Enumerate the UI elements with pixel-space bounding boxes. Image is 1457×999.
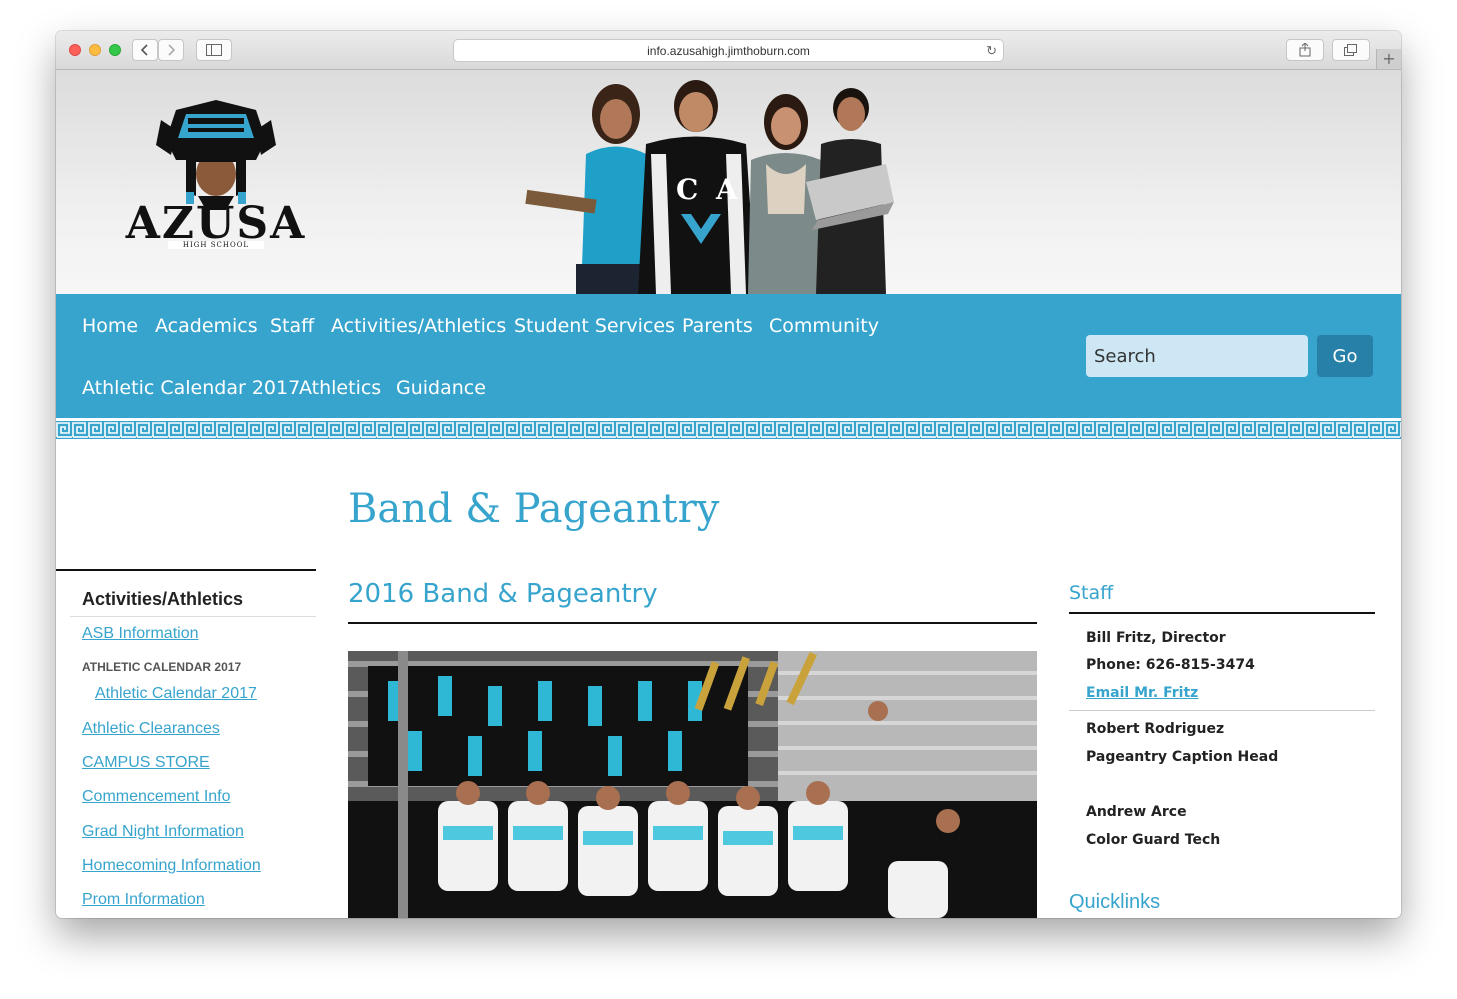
reload-icon[interactable]: ↻ xyxy=(986,43,997,59)
search-placeholder: Search xyxy=(1094,345,1156,367)
share-button[interactable] xyxy=(1286,39,1324,61)
close-window-button[interactable] xyxy=(69,44,81,56)
nav-item-guidance[interactable]: Guidance xyxy=(396,377,486,399)
sidebar-link-campus-store[interactable]: CAMPUS STORE xyxy=(82,754,210,772)
share-icon xyxy=(1299,43,1311,57)
greek-key-border xyxy=(56,418,1401,442)
chevron-left-icon xyxy=(140,44,148,56)
section-title: 2016 Band & Pageantry xyxy=(348,579,658,609)
nav-item-athletics[interactable]: Athletics xyxy=(299,377,381,399)
section-divider xyxy=(348,622,1037,624)
email-director-link[interactable]: Email Mr. Fritz xyxy=(1086,685,1198,701)
zoom-window-button[interactable] xyxy=(109,44,121,56)
sidebar-toggle-button[interactable] xyxy=(196,39,232,61)
staff-divider xyxy=(1069,612,1375,614)
nav-item-parents[interactable]: Parents xyxy=(682,315,753,337)
sidebar-link-prom[interactable]: Prom Information xyxy=(82,891,205,909)
sidebar-icon xyxy=(206,44,222,56)
staff-heading: Staff xyxy=(1069,582,1114,604)
staff-thin-divider xyxy=(1069,710,1375,711)
staff-director: Bill Fritz, Director xyxy=(1086,630,1226,646)
sidebar-link-asb[interactable]: ASB Information xyxy=(82,625,199,643)
sidebar-divider xyxy=(56,569,316,571)
sidebar-link-athletic-clearances[interactable]: Athletic Clearances xyxy=(82,720,220,738)
browser-toolbar: info.azusahigh.jimthoburn.com ↻ + xyxy=(56,31,1401,70)
minimize-window-button[interactable] xyxy=(89,44,101,56)
sidebar-link-commencement[interactable]: Commencement Info xyxy=(82,788,231,806)
nav-item-academics[interactable]: Academics xyxy=(155,315,258,337)
nav-item-student-services[interactable]: Student Services xyxy=(514,315,675,337)
browser-window: info.azusahigh.jimthoburn.com ↻ + AZUSA … xyxy=(56,31,1401,918)
sidebar-heading-divider xyxy=(70,616,316,617)
url-text: info.azusahigh.jimthoburn.com xyxy=(647,43,810,58)
new-tab-button[interactable]: + xyxy=(1376,49,1401,69)
nav-item-activities-athletics[interactable]: Activities/Athletics xyxy=(331,315,506,337)
svg-text:A: A xyxy=(715,173,739,206)
sidebar-label-calendar: ATHLETIC CALENDAR 2017 xyxy=(82,660,242,674)
sidebar-link-homecoming[interactable]: Homecoming Information xyxy=(82,857,261,875)
staff-guard-tech-title: Color Guard Tech xyxy=(1086,832,1221,848)
band-photo xyxy=(348,651,1037,918)
staff-guard-tech-name: Andrew Arce xyxy=(1086,804,1187,820)
chevron-right-icon xyxy=(168,44,176,56)
staff-caption-head-title: Pageantry Caption Head xyxy=(1086,749,1279,765)
nav-item-community[interactable]: Community xyxy=(769,315,879,337)
address-bar[interactable]: info.azusahigh.jimthoburn.com ↻ xyxy=(453,39,1004,62)
tabs-overview-button[interactable] xyxy=(1332,39,1370,61)
sidebar-link-athletic-calendar[interactable]: Athletic Calendar 2017 xyxy=(95,685,257,703)
staff-caption-head-name: Robert Rodriguez xyxy=(1086,721,1225,737)
nav-item-athletic-calendar[interactable]: Athletic Calendar 2017 xyxy=(82,377,300,399)
main-navigation: Home Academics Staff Activities/Athletic… xyxy=(56,294,1401,418)
tabs-icon xyxy=(1344,44,1357,56)
search-go-button[interactable]: Go xyxy=(1317,335,1373,377)
page-title: Band & Pageantry xyxy=(348,486,720,532)
students-banner-image: C A xyxy=(525,80,894,294)
nav-item-home[interactable]: Home xyxy=(82,315,138,337)
sidebar-heading: Activities/Athletics xyxy=(82,589,244,609)
svg-text:C: C xyxy=(676,173,698,206)
logo-wordmark: AZUSA xyxy=(125,198,307,249)
back-button[interactable] xyxy=(132,39,158,61)
search-input[interactable]: Search xyxy=(1086,335,1308,377)
nav-item-staff[interactable]: Staff xyxy=(270,315,314,337)
sidebar-link-grad-night[interactable]: Grad Night Information xyxy=(82,823,244,841)
staff-phone: Phone: 626-815-3474 xyxy=(1086,657,1255,673)
logo-subtitle: HIGH SCHOOL xyxy=(168,241,264,249)
quicklinks-heading: Quicklinks xyxy=(1069,891,1161,913)
forward-button[interactable] xyxy=(158,39,184,61)
site-header: AZUSA HIGH SCHOOL C A xyxy=(56,70,1401,294)
